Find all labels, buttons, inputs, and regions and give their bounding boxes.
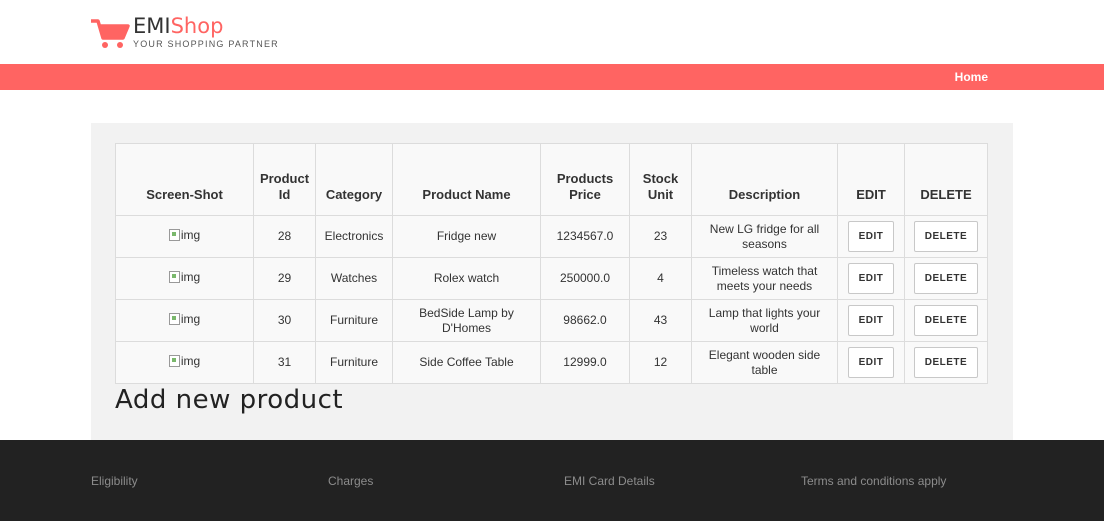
edit-button[interactable]: EDIT: [847, 305, 895, 336]
header: EMIShop YOUR SHOPPING PARTNER: [0, 0, 1104, 64]
product-stock: 12: [629, 341, 692, 384]
edit-cell: EDIT: [837, 215, 905, 258]
nav-home-link[interactable]: Home: [955, 70, 988, 84]
product-image: img: [168, 353, 201, 369]
edit-button[interactable]: EDIT: [847, 347, 895, 378]
brand-name-shop: Shop: [170, 14, 224, 38]
delete-button[interactable]: DELETE: [913, 221, 979, 252]
table-row: img 30 Furniture BedSide Lamp by D'Homes…: [115, 299, 988, 342]
product-price: 250000.0: [540, 257, 630, 300]
broken-image-icon: [168, 229, 180, 242]
product-description: Lamp that lights your world: [691, 299, 838, 342]
brand-name: EMIShop: [133, 14, 223, 38]
product-id: 31: [253, 341, 316, 384]
product-price: 12999.0: [540, 341, 630, 384]
col-header-stock: Stock Unit: [629, 143, 692, 216]
col-header-delete: DELETE: [904, 143, 988, 216]
edit-cell: EDIT: [837, 341, 905, 384]
product-price: 98662.0: [540, 299, 630, 342]
product-name: Rolex watch: [392, 257, 541, 300]
brand-tagline: YOUR SHOPPING PARTNER: [133, 39, 279, 49]
footer: Eligibility Charges EMI Card Details Ter…: [0, 440, 1104, 521]
product-stock: 4: [629, 257, 692, 300]
product-name: Fridge new: [392, 215, 541, 258]
footer-link-terms[interactable]: Terms and conditions apply: [801, 474, 946, 488]
table-row: img 28 Electronics Fridge new 1234567.0 …: [115, 215, 988, 258]
table-header-row: Screen-Shot Product Id Category Product …: [115, 143, 988, 216]
product-image-cell: img: [115, 299, 254, 342]
product-category: Furniture: [315, 299, 393, 342]
delete-cell: DELETE: [904, 299, 988, 342]
col-header-product-id: Product Id: [253, 143, 316, 216]
product-category: Watches: [315, 257, 393, 300]
image-alt-text: img: [180, 353, 201, 368]
image-alt-text: img: [180, 311, 201, 326]
product-image-cell: img: [115, 257, 254, 300]
product-image: img: [168, 227, 201, 243]
image-alt-text: img: [180, 269, 201, 284]
edit-button[interactable]: EDIT: [847, 221, 895, 252]
delete-button[interactable]: DELETE: [913, 263, 979, 294]
product-description: Elegant wooden side table: [691, 341, 838, 384]
add-product-heading: Add new product: [115, 385, 344, 415]
products-table: Screen-Shot Product Id Category Product …: [115, 143, 988, 384]
broken-image-icon: [168, 355, 180, 368]
main-panel: Screen-Shot Product Id Category Product …: [91, 123, 1013, 440]
col-header-edit: EDIT: [837, 143, 905, 216]
product-name: BedSide Lamp by D'Homes: [392, 299, 541, 342]
delete-cell: DELETE: [904, 257, 988, 300]
broken-image-icon: [168, 271, 180, 284]
image-alt-text: img: [180, 227, 201, 242]
product-stock: 43: [629, 299, 692, 342]
footer-link-charges[interactable]: Charges: [328, 474, 373, 488]
navbar: Home: [0, 64, 1104, 90]
table-row: img 29 Watches Rolex watch 250000.0 4 Ti…: [115, 257, 988, 300]
footer-link-eligibility[interactable]: Eligibility: [91, 474, 138, 488]
broken-image-icon: [168, 313, 180, 326]
delete-cell: DELETE: [904, 215, 988, 258]
product-price: 1234567.0: [540, 215, 630, 258]
product-image: img: [168, 311, 201, 327]
product-image-cell: img: [115, 341, 254, 384]
edit-cell: EDIT: [837, 257, 905, 300]
product-name: Side Coffee Table: [392, 341, 541, 384]
table-row: img 31 Furniture Side Coffee Table 12999…: [115, 341, 988, 384]
brand-name-emi: EMI: [133, 14, 171, 38]
delete-button[interactable]: DELETE: [913, 305, 979, 336]
product-id: 30: [253, 299, 316, 342]
col-header-product-name: Product Name: [392, 143, 541, 216]
col-header-category: Category: [315, 143, 393, 216]
shopping-cart-icon: [91, 19, 130, 48]
col-header-price: Products Price: [540, 143, 630, 216]
delete-button[interactable]: DELETE: [913, 347, 979, 378]
product-image-cell: img: [115, 215, 254, 258]
product-id: 29: [253, 257, 316, 300]
product-description: New LG fridge for all seasons: [691, 215, 838, 258]
col-header-screenshot: Screen-Shot: [115, 143, 254, 216]
product-category: Electronics: [315, 215, 393, 258]
product-image: img: [168, 269, 201, 285]
edit-cell: EDIT: [837, 299, 905, 342]
product-id: 28: [253, 215, 316, 258]
col-header-description: Description: [691, 143, 838, 216]
product-description: Timeless watch that meets your needs: [691, 257, 838, 300]
product-category: Furniture: [315, 341, 393, 384]
product-stock: 23: [629, 215, 692, 258]
edit-button[interactable]: EDIT: [847, 263, 895, 294]
footer-link-emi-card-details[interactable]: EMI Card Details: [564, 474, 655, 488]
delete-cell: DELETE: [904, 341, 988, 384]
